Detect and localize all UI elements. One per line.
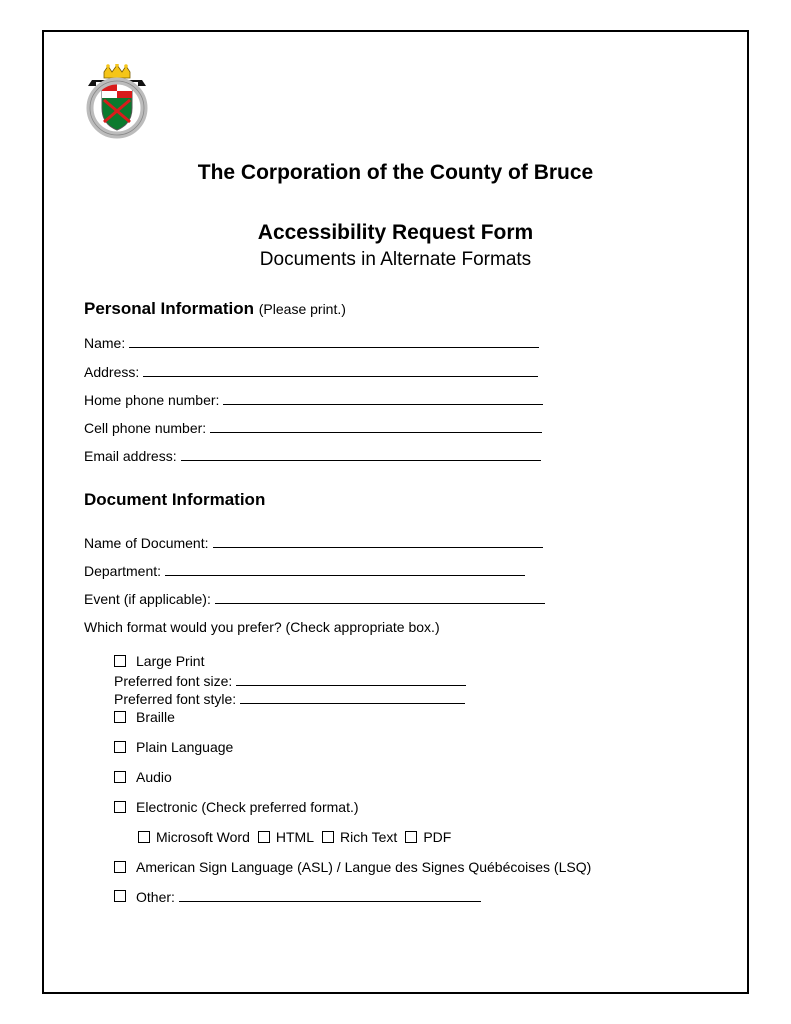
field-label: Event (if applicable): — [84, 591, 211, 607]
option-msword: Microsoft Word — [138, 829, 250, 845]
checkbox-icon[interactable] — [114, 861, 126, 873]
blank-line[interactable] — [179, 889, 481, 902]
blank-line[interactable] — [240, 691, 465, 704]
field-label: Preferred font size: — [114, 673, 232, 689]
field-preferred-font-size: Preferred font size: — [114, 672, 707, 688]
section-heading-document: Document Information — [84, 490, 707, 510]
option-plain-language: Plain Language — [114, 739, 707, 755]
field-label: Name: — [84, 335, 125, 351]
option-label: Plain Language — [136, 739, 233, 755]
option-label: Other: — [136, 889, 175, 905]
field-label: Cell phone number: — [84, 420, 206, 436]
field-label: Preferred font style: — [114, 691, 236, 707]
option-audio: Audio — [114, 769, 707, 785]
form-subtitle: Documents in Alternate Formats — [84, 249, 707, 271]
format-options: Large Print Preferred font size: Preferr… — [114, 653, 707, 905]
option-large-print: Large Print — [114, 653, 707, 669]
checkbox-icon[interactable] — [114, 741, 126, 753]
field-preferred-font-style: Preferred font style: — [114, 691, 707, 707]
blank-line[interactable] — [210, 420, 542, 433]
blank-line[interactable] — [215, 591, 545, 604]
field-label: Address: — [84, 364, 139, 380]
checkbox-icon[interactable] — [114, 711, 126, 723]
field-name: Name: — [84, 335, 707, 351]
blank-line[interactable] — [213, 534, 543, 547]
electronic-sub-options: Microsoft Word HTML Rich Text PDF — [138, 829, 707, 845]
field-label: Email address: — [84, 448, 177, 464]
field-doc-name: Name of Document: — [84, 534, 707, 550]
org-title: The Corporation of the County of Bruce — [84, 161, 707, 185]
section-heading-text: Personal Information — [84, 299, 254, 318]
blank-line[interactable] — [165, 563, 525, 576]
option-pdf: PDF — [405, 829, 451, 845]
checkbox-icon[interactable] — [114, 655, 126, 667]
blank-line[interactable] — [143, 363, 538, 376]
county-crest-icon — [84, 64, 150, 144]
field-home-phone: Home phone number: — [84, 392, 707, 408]
option-label: Microsoft Word — [156, 829, 250, 845]
format-question: Which format would you prefer? (Check ap… — [84, 619, 707, 635]
section-heading-personal: Personal Information (Please print.) — [84, 299, 707, 319]
section-hint: (Please print.) — [259, 301, 346, 317]
field-label: Department: — [84, 563, 161, 579]
form-title: Accessibility Request Form — [84, 221, 707, 245]
option-label: Audio — [136, 769, 172, 785]
option-label: Rich Text — [340, 829, 397, 845]
checkbox-icon[interactable] — [405, 831, 417, 843]
checkbox-icon[interactable] — [114, 801, 126, 813]
field-event: Event (if applicable): — [84, 591, 707, 607]
field-cell-phone: Cell phone number: — [84, 420, 707, 436]
field-address: Address: — [84, 363, 707, 379]
option-label: Electronic (Check preferred format.) — [136, 799, 359, 815]
option-label: Large Print — [136, 653, 204, 669]
checkbox-icon[interactable] — [258, 831, 270, 843]
option-label: American Sign Language (ASL) / Langue de… — [136, 859, 591, 875]
option-asl: American Sign Language (ASL) / Langue de… — [114, 859, 707, 875]
field-email: Email address: — [84, 448, 707, 464]
field-department: Department: — [84, 563, 707, 579]
blank-line[interactable] — [223, 392, 543, 405]
option-label: HTML — [276, 829, 314, 845]
option-braille: Braille — [114, 709, 707, 725]
option-other: Other: — [114, 889, 707, 905]
checkbox-icon[interactable] — [114, 771, 126, 783]
checkbox-icon[interactable] — [114, 890, 126, 902]
option-html: HTML — [258, 829, 314, 845]
blank-line[interactable] — [236, 672, 466, 685]
option-rich-text: Rich Text — [322, 829, 397, 845]
option-label: Braille — [136, 709, 175, 725]
blank-line[interactable] — [181, 448, 541, 461]
field-label: Home phone number: — [84, 392, 219, 408]
page-frame: The Corporation of the County of Bruce A… — [42, 30, 749, 994]
checkbox-icon[interactable] — [138, 831, 150, 843]
field-label: Name of Document: — [84, 535, 209, 551]
checkbox-icon[interactable] — [322, 831, 334, 843]
option-label: PDF — [423, 829, 451, 845]
blank-line[interactable] — [129, 335, 539, 348]
option-electronic: Electronic (Check preferred format.) — [114, 799, 707, 815]
